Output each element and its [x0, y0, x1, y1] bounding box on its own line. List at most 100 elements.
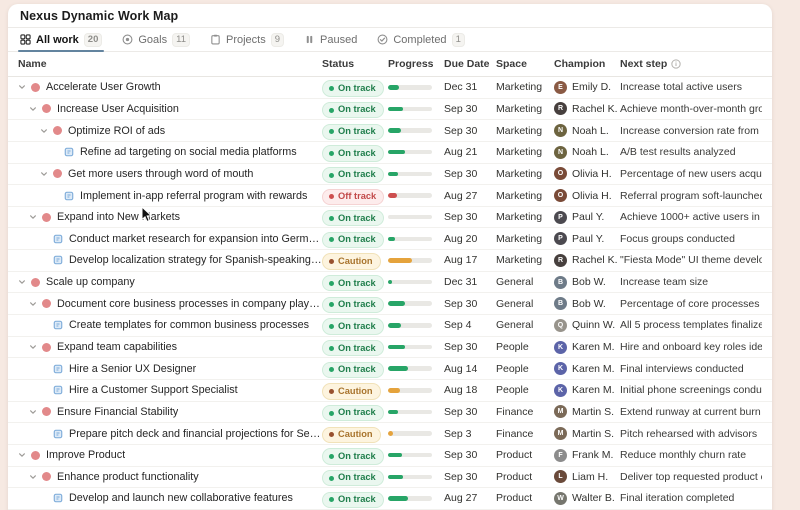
item-name[interactable]: Accelerate User Growth — [46, 81, 161, 93]
status-badge[interactable]: On track — [322, 297, 384, 313]
status-badge[interactable]: On track — [322, 448, 384, 464]
table-row[interactable]: Get more users through word of mouth On … — [8, 164, 772, 186]
chevron-down-icon[interactable] — [18, 451, 31, 459]
item-name[interactable]: Expand team capabilities — [57, 341, 177, 353]
progress-fill — [388, 388, 400, 393]
status-badge[interactable]: On track — [322, 405, 384, 421]
tab-paused[interactable]: Paused — [304, 28, 357, 51]
avatar: K — [554, 384, 567, 397]
champion-name: Paul Y. — [572, 211, 604, 223]
status-badge[interactable]: On track — [322, 470, 384, 486]
name-cell: Develop and launch new collaborative fea… — [8, 492, 322, 504]
chevron-down-icon[interactable] — [29, 213, 42, 221]
status-badge[interactable]: On track — [322, 275, 384, 291]
table-row[interactable]: Expand team capabilities On track Sep 30… — [8, 337, 772, 359]
table-row[interactable]: Implement in-app referral program with r… — [8, 185, 772, 207]
table-row[interactable]: Scale up company On track Dec 31 General… — [8, 272, 772, 294]
status-badge[interactable]: Caution — [322, 427, 381, 443]
table-row[interactable]: Improve Product On track Sep 30 Product … — [8, 445, 772, 467]
item-name[interactable]: Document core business processes in comp… — [57, 298, 322, 310]
item-name[interactable]: Develop localization strategy for Spanis… — [69, 254, 322, 266]
column-header-next-step[interactable]: Next step — [620, 58, 762, 70]
status-badge[interactable]: On track — [322, 124, 384, 140]
status-badge[interactable]: On track — [322, 232, 384, 248]
progress-fill — [388, 172, 398, 177]
column-header-space[interactable]: Space — [496, 58, 554, 70]
table-row[interactable]: Optimize ROI of ads On track Sep 30 Mark… — [8, 120, 772, 142]
table-row[interactable]: Ensure Financial Stability On track Sep … — [8, 402, 772, 424]
table-row[interactable]: Expand into New Markets On track Sep 30 … — [8, 207, 772, 229]
status-badge[interactable]: Caution — [322, 253, 381, 269]
grid-icon — [20, 34, 31, 45]
chevron-down-icon[interactable] — [40, 170, 53, 178]
space-label: Marketing — [496, 233, 554, 245]
champion-name: Karen M. — [572, 363, 615, 375]
table-row[interactable]: Hire a Senior UX Designer On track Aug 1… — [8, 358, 772, 380]
tab-goals[interactable]: Goals 11 — [122, 28, 190, 51]
status-badge[interactable]: On track — [322, 318, 384, 334]
status-badge[interactable]: On track — [322, 145, 384, 161]
status-badge[interactable]: On track — [322, 340, 384, 356]
item-name[interactable]: Hire a Customer Support Specialist — [69, 384, 238, 396]
avatar: F — [554, 449, 567, 462]
column-header-due-date[interactable]: Due Date — [444, 58, 496, 70]
status-badge[interactable]: On track — [322, 167, 384, 183]
status-badge[interactable]: On track — [322, 362, 384, 378]
progress-bar — [388, 258, 432, 263]
item-name[interactable]: Expand into New Markets — [57, 211, 180, 223]
chevron-down-icon[interactable] — [18, 278, 31, 286]
status-badge[interactable]: On track — [322, 210, 384, 226]
chevron-down-icon[interactable] — [29, 473, 42, 481]
item-name[interactable]: Improve Product — [46, 449, 125, 461]
item-name[interactable]: Refine ad targeting on social media plat… — [80, 146, 297, 158]
column-header-name[interactable]: Name — [8, 58, 322, 70]
item-name[interactable]: Implement in-app referral program with r… — [80, 190, 307, 202]
table-row[interactable]: Accelerate User Growth On track Dec 31 M… — [8, 77, 772, 99]
tab-projects[interactable]: Projects 9 — [210, 28, 284, 51]
status-badge[interactable]: Off track — [322, 189, 384, 205]
table-row[interactable]: Enhance product functionality On track S… — [8, 467, 772, 489]
name-cell: Refine ad targeting on social media plat… — [8, 146, 322, 158]
chevron-down-icon[interactable] — [18, 83, 31, 91]
item-name[interactable]: Prepare pitch deck and financial project… — [69, 428, 322, 440]
item-name[interactable]: Scale up company — [46, 276, 135, 288]
status-badge[interactable]: On track — [322, 102, 384, 118]
chevron-down-icon[interactable] — [40, 127, 53, 135]
item-name[interactable]: Hire a Senior UX Designer — [69, 363, 196, 375]
status-badge[interactable]: On track — [322, 492, 384, 508]
table-row[interactable]: Hire a Customer Support Specialist Cauti… — [8, 380, 772, 402]
item-name[interactable]: Conduct market research for expansion in… — [69, 233, 322, 245]
space-label: Marketing — [496, 190, 554, 202]
tab-all-work[interactable]: All work 20 — [20, 28, 102, 51]
table-row[interactable]: Prepare pitch deck and financial project… — [8, 423, 772, 445]
item-name[interactable]: Get more users through word of mouth — [68, 168, 253, 180]
table-row[interactable]: Document core business processes in comp… — [8, 293, 772, 315]
next-step: A/B test results analyzed — [620, 146, 762, 158]
chevron-down-icon[interactable] — [29, 105, 42, 113]
item-name[interactable]: Optimize ROI of ads — [68, 125, 165, 137]
item-name[interactable]: Develop and launch new collaborative fea… — [69, 492, 293, 504]
item-name[interactable]: Increase User Acquisition — [57, 103, 179, 115]
column-header-status[interactable]: Status — [322, 58, 388, 70]
column-header-progress[interactable]: Progress — [388, 58, 444, 70]
chevron-down-icon[interactable] — [29, 343, 42, 351]
status-badge[interactable]: On track — [322, 80, 384, 96]
item-name[interactable]: Enhance product functionality — [57, 471, 199, 483]
item-name[interactable]: Create templates for common business pro… — [69, 319, 309, 331]
column-header-champion[interactable]: Champion — [554, 58, 620, 70]
tab-completed[interactable]: Completed 1 — [377, 28, 465, 51]
status-badge[interactable]: Caution — [322, 383, 381, 399]
table-row[interactable]: Refine ad targeting on social media plat… — [8, 142, 772, 164]
table-row[interactable]: Conduct market research for expansion in… — [8, 228, 772, 250]
table-row[interactable]: Develop localization strategy for Spanis… — [8, 250, 772, 272]
avatar: K — [554, 341, 567, 354]
chevron-down-icon[interactable] — [29, 300, 42, 308]
next-step: Final interviews conducted — [620, 363, 762, 375]
table-row[interactable]: Increase User Acquisition On track Sep 3… — [8, 99, 772, 121]
chevron-down-icon[interactable] — [29, 408, 42, 416]
progress-fill — [388, 323, 401, 328]
champion-name: Olivia H. — [572, 190, 612, 202]
table-row[interactable]: Develop and launch new collaborative fea… — [8, 488, 772, 510]
item-name[interactable]: Ensure Financial Stability — [57, 406, 178, 418]
table-row[interactable]: Create templates for common business pro… — [8, 315, 772, 337]
